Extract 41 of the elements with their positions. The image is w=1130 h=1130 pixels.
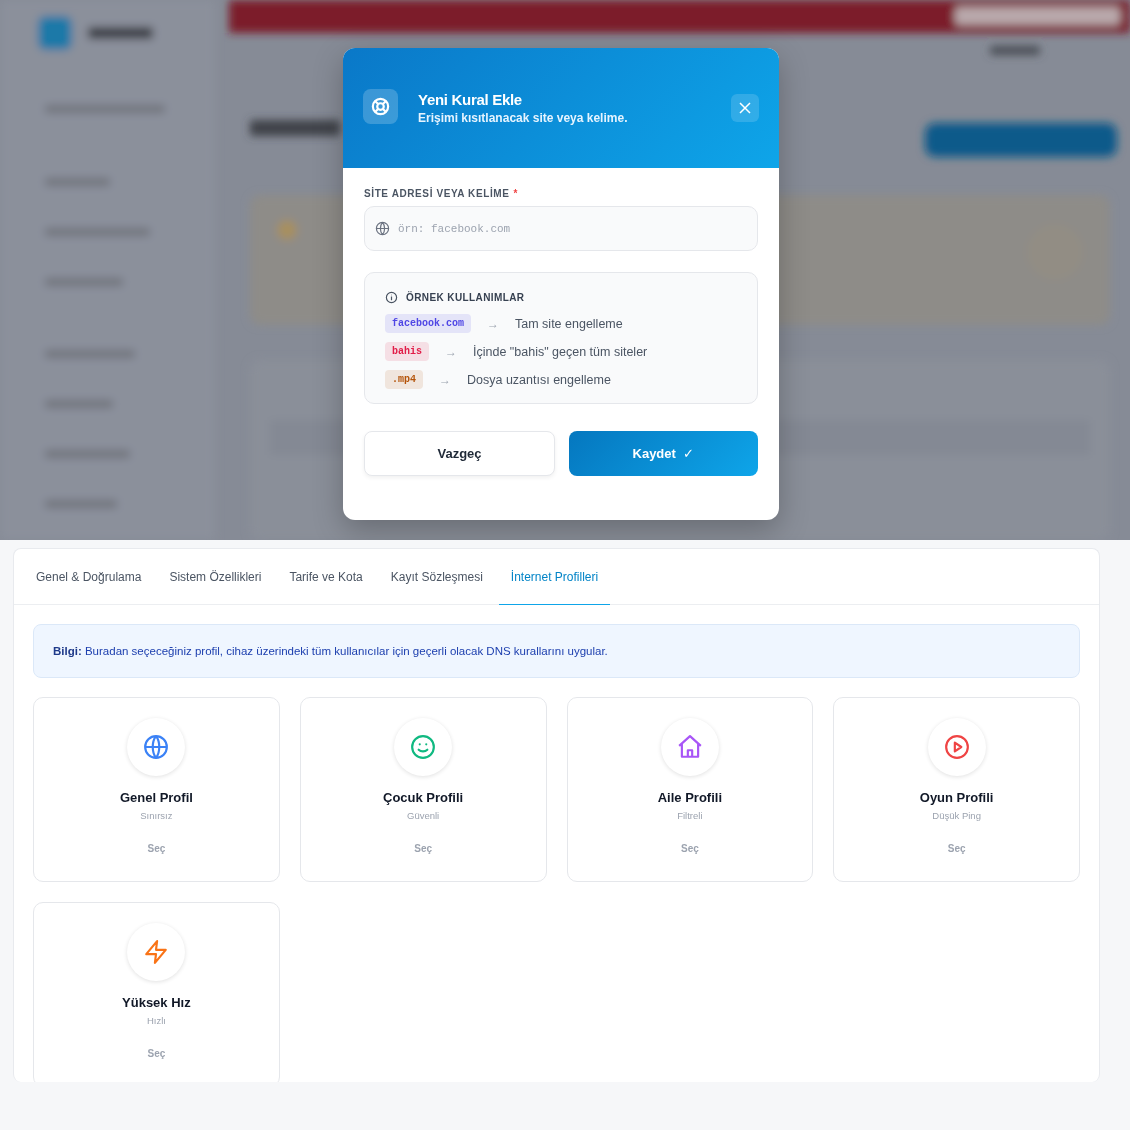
profile-subtitle: Güvenli — [407, 810, 440, 821]
close-icon — [739, 102, 751, 114]
profile-name: Çocuk Profili — [383, 790, 464, 805]
info-icon — [385, 291, 398, 304]
example-code: bahis — [385, 342, 429, 361]
profile-card[interactable]: Genel Profil Sınırsız Seç — [33, 697, 280, 882]
info-banner: Bilgi: Buradan seçeceğiniz profil, cihaz üzerindeki tüm kullanıcılar için geçerli olacak DNS kurallarını uygular. — [33, 624, 1080, 678]
profile-card[interactable]: Aile Profili Filtreli Seç — [566, 697, 814, 882]
close-button[interactable] — [731, 94, 759, 122]
example-code: facebook.com — [385, 314, 471, 333]
example-description: Tam site engelleme — [515, 316, 623, 331]
save-button[interactable]: Kaydet ✓ — [569, 431, 758, 476]
lifebuoy-icon — [363, 88, 398, 124]
modal-subtitle: Erişimi kısıtlanacak site veya kelime. — [418, 111, 629, 125]
example-code: .mp4 — [385, 370, 423, 389]
tab[interactable]: Genel & Doğrulama — [24, 549, 154, 605]
tab[interactable]: Kayıt Sözleşmesi — [378, 549, 495, 605]
profile-card[interactable]: Çocuk Profili Güvenli Seç — [299, 697, 547, 882]
field-label: SİTE ADRESİ VEYA KELİME — [364, 188, 510, 199]
profile-name: Genel Profil — [119, 790, 193, 805]
example-description: İçinde "bahis" geçen tüm siteler — [473, 344, 648, 359]
arrow-glyph: → — [439, 372, 451, 387]
profile-subtitle: Hızlı — [146, 1015, 166, 1026]
profile-name: Aile Profili — [657, 790, 722, 805]
required-mark: * — [513, 188, 518, 199]
examples-title: ÖRNEK KULLANIMLAR — [406, 292, 525, 303]
modal-title: Yeni Kural Ekle — [418, 91, 523, 108]
cancel-button[interactable]: Vazgeç — [364, 431, 555, 476]
profile-subtitle: Düşük Ping — [932, 810, 981, 821]
profile-subtitle: Sınırsız — [140, 810, 173, 821]
tab[interactable]: Sistem Özellikleri — [157, 549, 274, 605]
arrow-glyph: → — [445, 344, 457, 359]
profile-subtitle: Filtreli — [677, 810, 703, 821]
tab[interactable]: İnternet Profilleri — [498, 549, 611, 605]
site-input-field[interactable]: örn: facebook.com — [364, 206, 758, 251]
profile-name: Oyun Profili — [919, 790, 994, 805]
profile-name: Yüksek Hız — [122, 995, 191, 1010]
tab[interactable]: Tarife ve Kota — [277, 549, 375, 605]
arrow-glyph: → — [487, 316, 499, 331]
example-description: Dosya uzantısı engelleme — [467, 372, 611, 387]
profile-card[interactable]: Oyun Profili Düşük Ping Seç — [833, 697, 1080, 882]
